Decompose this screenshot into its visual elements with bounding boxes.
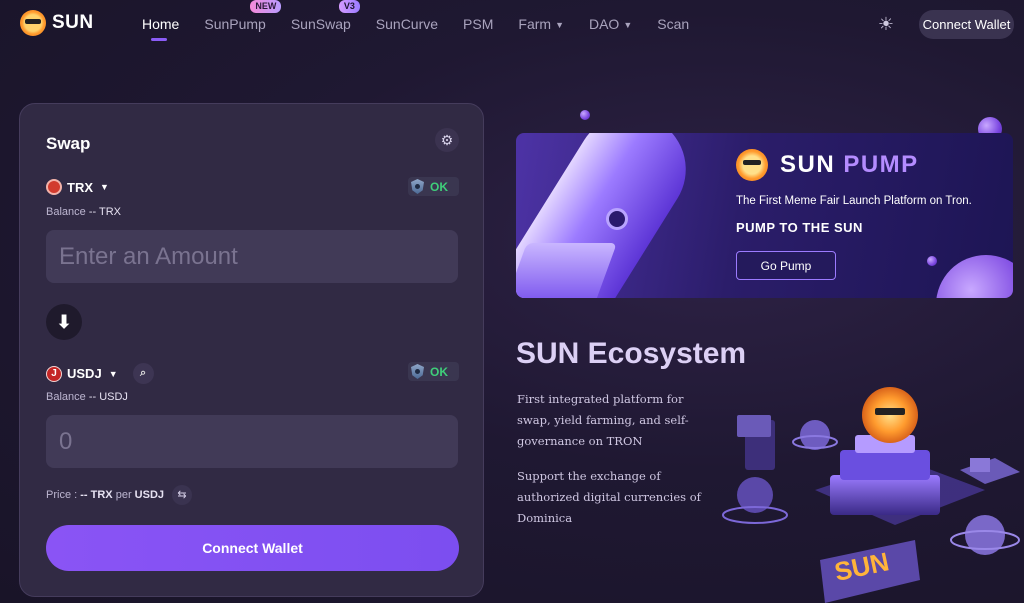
- nav-dao[interactable]: DAO ▼: [589, 16, 632, 32]
- swap-title: Swap: [46, 134, 91, 153]
- from-security-badge[interactable]: OK: [408, 177, 459, 196]
- ecosystem-paragraph-1: First integrated platform for swap, yiel…: [517, 392, 689, 448]
- top-header: SUN Home SunPump NEW SunSwap V3 SunCurve…: [0, 0, 1024, 48]
- sunpump-banner[interactable]: SUN PUMP The First Meme Fair Launch Plat…: [516, 133, 1013, 298]
- logo-text: SUN: [52, 12, 94, 33]
- to-balance-value: -- USDJ: [88, 391, 128, 403]
- planet-decoration: [936, 255, 1013, 298]
- planet-decoration: [927, 256, 937, 266]
- nav-farm[interactable]: Farm ▼: [518, 16, 564, 32]
- to-security-badge[interactable]: OK: [408, 362, 459, 381]
- chevron-down-icon: ▼: [100, 182, 109, 192]
- v3-badge: V3: [338, 0, 360, 13]
- sunpump-title-accent: PUMP: [843, 151, 919, 178]
- nav-farm-label: Farm: [518, 16, 552, 32]
- connect-wallet-button[interactable]: Connect Wallet: [46, 525, 459, 571]
- price-value: -- TRX: [80, 489, 113, 501]
- arrow-down-icon[interactable]: ⬇: [46, 304, 82, 340]
- sunpump-logo: SUN PUMP: [736, 149, 919, 181]
- token-search-icon[interactable]: ⌕: [132, 363, 154, 384]
- sunpump-slogan: PUMP TO THE SUN: [736, 220, 863, 235]
- nav-scan[interactable]: Scan: [657, 16, 689, 32]
- from-ok-status: OK: [430, 179, 448, 194]
- nav-sunpump[interactable]: SunPump NEW: [204, 0, 282, 32]
- header-connect-wallet-button[interactable]: Connect Wallet: [919, 10, 1014, 39]
- planet-decoration: [580, 110, 590, 120]
- price-quote-token: USDJ: [134, 489, 165, 501]
- swap-card: Swap ⚙ TRX ▼ OK Balance -- TRX ⬇ J USDJ …: [19, 103, 484, 597]
- new-badge: NEW: [250, 0, 282, 13]
- from-balance-value: -- TRX: [88, 206, 122, 218]
- ecosystem-paragraph-2: Support the exchange of authorized digit…: [517, 469, 701, 525]
- nav-sunswap-label: SunSwap: [290, 16, 351, 32]
- nav-suncurve[interactable]: SunCurve: [376, 16, 438, 32]
- to-balance: Balance -- USDJ: [46, 391, 128, 403]
- to-token-symbol: USDJ: [67, 366, 102, 381]
- price-label: Price :: [46, 489, 78, 501]
- sunpump-subtitle: The First Meme Fair Launch Platform on T…: [736, 195, 972, 207]
- price-info: Price : -- TRX per USDJ ⇆: [46, 485, 193, 505]
- shield-icon: [411, 364, 424, 379]
- go-pump-button[interactable]: Go Pump: [736, 251, 836, 280]
- sunpump-logo-icon: [736, 149, 768, 181]
- gear-icon[interactable]: ⚙: [435, 128, 459, 152]
- chevron-down-icon: ▼: [555, 20, 564, 30]
- sunpump-title: SUN PUMP: [780, 151, 919, 179]
- ecosystem-illustration: SUN: [722, 387, 1020, 603]
- nav-sunswap[interactable]: SunSwap V3: [290, 0, 360, 32]
- swap-direction-icon[interactable]: ⇆: [172, 485, 193, 505]
- sunpump-title-main: SUN: [780, 151, 836, 178]
- ecosystem-title: SUN Ecosystem: [516, 337, 747, 370]
- shield-icon: [411, 179, 424, 194]
- nav-home[interactable]: Home: [142, 16, 179, 41]
- nav-dao-label: DAO: [588, 16, 620, 32]
- nav-psm[interactable]: PSM: [463, 16, 493, 32]
- nav-sunpump-label: SunPump: [204, 16, 266, 32]
- from-token-symbol: TRX: [67, 179, 93, 195]
- from-token-selector[interactable]: TRX ▼: [46, 179, 109, 195]
- sun-icon[interactable]: ☀: [876, 14, 896, 34]
- to-ok-status: OK: [430, 364, 448, 379]
- to-token-selector[interactable]: J USDJ ▼ ⌕: [46, 363, 154, 384]
- to-balance-label: Balance: [46, 391, 86, 403]
- from-balance: Balance -- TRX: [46, 206, 121, 218]
- sun-logo[interactable]: SUN: [20, 10, 94, 36]
- rocket-window: [606, 208, 628, 230]
- from-balance-label: Balance: [46, 206, 86, 218]
- from-amount-input[interactable]: [46, 230, 458, 283]
- sun-logo-icon: [20, 10, 46, 36]
- usdj-token-icon: J: [46, 365, 62, 382]
- main-nav: Home SunPump NEW SunSwap V3 SunCurve PSM…: [142, 0, 714, 41]
- chevron-down-icon: ▼: [108, 368, 118, 379]
- to-amount-input[interactable]: [46, 415, 458, 468]
- chevron-down-icon: ▼: [623, 20, 633, 30]
- price-per: per: [115, 489, 132, 501]
- trx-token-icon: [46, 179, 62, 195]
